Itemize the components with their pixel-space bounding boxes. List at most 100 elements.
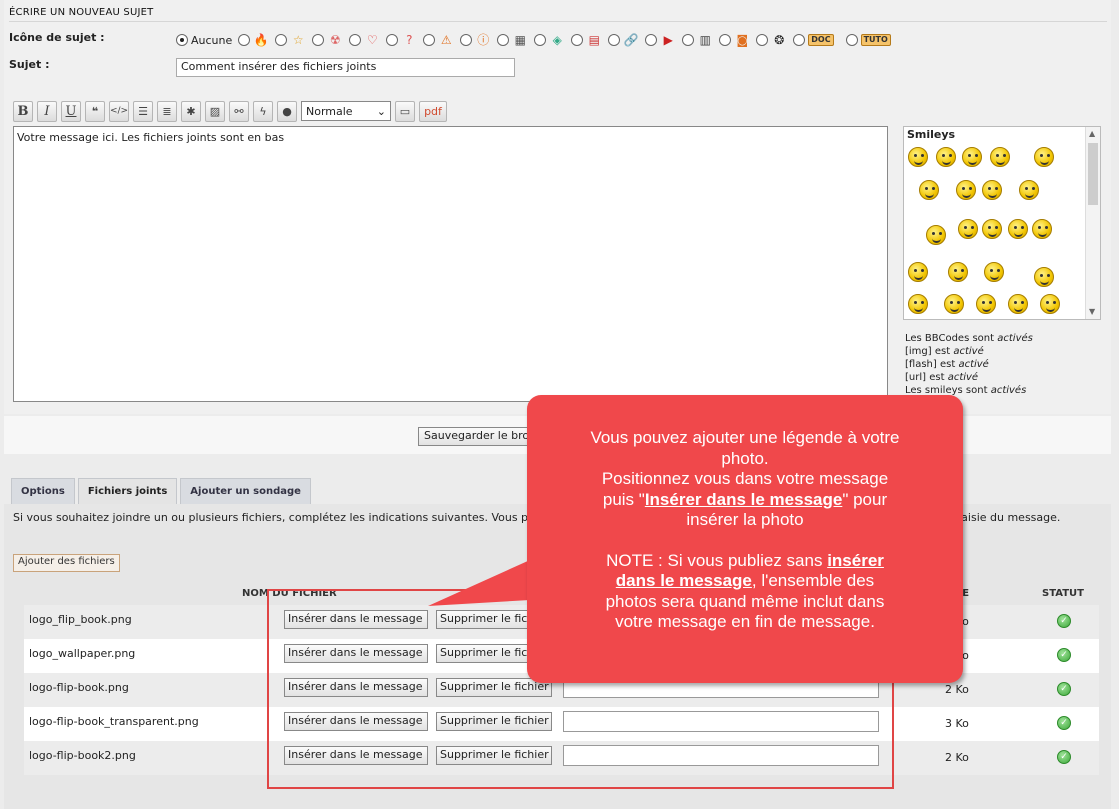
icon-radio-percent[interactable] bbox=[756, 34, 769, 46]
link-icon: 🔗 bbox=[623, 33, 639, 47]
callout-text: , l'ensemble des bbox=[751, 571, 875, 590]
icon-radio-link[interactable] bbox=[608, 34, 621, 46]
scrollbar-thumb[interactable] bbox=[1088, 143, 1098, 205]
smiley-icon[interactable] bbox=[926, 225, 946, 245]
warning-icon: ⚠ bbox=[440, 33, 452, 47]
file-size: 3 Ko bbox=[945, 717, 969, 730]
smiley-icon[interactable] bbox=[976, 294, 996, 314]
smileys-state: activés bbox=[990, 385, 1027, 396]
icon-radio-question[interactable] bbox=[386, 34, 399, 46]
smiley-icon[interactable] bbox=[956, 180, 976, 200]
link-icon: ⚯ bbox=[234, 104, 244, 118]
icon-radio-camera[interactable] bbox=[719, 34, 732, 46]
list-icon: ☰ bbox=[138, 104, 148, 118]
smiley-icon[interactable] bbox=[982, 180, 1002, 200]
image-button[interactable]: ▨ bbox=[205, 100, 225, 122]
url-button[interactable]: ⚯ bbox=[229, 100, 249, 122]
smiley-icon[interactable] bbox=[1008, 219, 1028, 239]
flash-button[interactable]: ϟ bbox=[253, 100, 273, 122]
flash-state: activé bbox=[958, 359, 989, 370]
icon-radio-tuto[interactable] bbox=[845, 34, 858, 46]
message-textarea[interactable]: Votre message ici. Les fichiers joints s… bbox=[13, 126, 888, 402]
callout-line: Vous pouvez ajouter une légende à votre bbox=[590, 428, 900, 447]
icon-radio-radioactive[interactable] bbox=[312, 34, 325, 46]
font-size-select[interactable]: Normale ⌄ bbox=[301, 101, 391, 121]
pdf-button[interactable]: pdf bbox=[419, 100, 447, 122]
tuto-icon: TUTO bbox=[860, 34, 891, 46]
tab-attachments[interactable]: Fichiers joints bbox=[77, 478, 178, 504]
smiley-icon[interactable] bbox=[948, 262, 968, 282]
icon-radio-pdf[interactable] bbox=[571, 34, 584, 46]
smiley-icon[interactable] bbox=[936, 147, 956, 167]
callout-note-line: NOTE : Si vous publiez sans insérer bbox=[527, 551, 963, 572]
save-draft-button[interactable]: Sauvegarder le brouillon bbox=[418, 427, 538, 446]
url-label: [url] est bbox=[905, 372, 945, 383]
callout-text: NOTE : Si vous publiez sans bbox=[606, 550, 823, 570]
file-name: logo_flip_book.png bbox=[29, 613, 132, 626]
italic-button[interactable]: I bbox=[37, 100, 57, 122]
bold-button[interactable]: B bbox=[13, 100, 33, 122]
code-button[interactable]: </> bbox=[109, 100, 129, 122]
chevron-down-icon[interactable]: ▼ bbox=[1089, 307, 1095, 316]
monitor-icon: ▭ bbox=[399, 104, 411, 118]
smiley-icon[interactable] bbox=[962, 147, 982, 167]
smileys-scrollbar[interactable]: ▲ ▼ bbox=[1085, 127, 1100, 319]
smiley-icon[interactable] bbox=[1032, 219, 1052, 239]
smiley-icon[interactable] bbox=[908, 147, 928, 167]
ordered-list-button[interactable]: ≣ bbox=[157, 100, 177, 122]
smiley-icon[interactable] bbox=[982, 219, 1002, 239]
quote-button[interactable]: ❝ bbox=[85, 100, 105, 122]
color-button[interactable]: ● bbox=[277, 100, 297, 122]
icon-radio-calendar[interactable] bbox=[497, 34, 510, 46]
img-state: activé bbox=[953, 346, 984, 357]
smiley-icon[interactable] bbox=[1008, 294, 1028, 314]
tab-poll[interactable]: Ajouter un sondage bbox=[180, 478, 311, 504]
icon-radio-star[interactable] bbox=[275, 34, 288, 46]
smiley-icon[interactable] bbox=[1034, 147, 1054, 167]
callout-emphasis: dans le message bbox=[615, 571, 752, 590]
icon-radio-map[interactable] bbox=[534, 34, 547, 46]
smiley-icon[interactable] bbox=[944, 294, 964, 314]
subject-input[interactable]: Comment insérer des fichiers joints bbox=[176, 58, 515, 77]
icon-radio-none[interactable] bbox=[176, 34, 188, 46]
file-name: logo-flip-book.png bbox=[29, 681, 129, 694]
list-button[interactable]: ☰ bbox=[133, 100, 153, 122]
add-files-button[interactable]: Ajouter des fichiers bbox=[13, 554, 120, 572]
smiley-icon[interactable] bbox=[958, 219, 978, 239]
editor-toolbar: B I U ❝ </> ☰ ≣ ✱ ▨ ⚯ ϟ ● Normale ⌄ ▭ pdf bbox=[13, 100, 451, 122]
status-ok-icon: ✓ bbox=[1057, 648, 1071, 662]
smiley-icon[interactable] bbox=[908, 262, 928, 282]
font-size-value: Normale bbox=[306, 104, 353, 118]
icon-radio-video[interactable] bbox=[645, 34, 658, 46]
pdf-icon: ▤ bbox=[588, 33, 600, 47]
icon-radio-chart[interactable] bbox=[682, 34, 695, 46]
tab-options[interactable]: Options bbox=[11, 478, 75, 504]
ordered-list-icon: ≣ bbox=[162, 104, 172, 118]
col-status: STATUT bbox=[1042, 588, 1084, 599]
smiley-icon[interactable] bbox=[908, 294, 928, 314]
smiley-icon[interactable] bbox=[919, 180, 939, 200]
list-item-button[interactable]: ✱ bbox=[181, 100, 201, 122]
url-state: activé bbox=[947, 372, 979, 383]
icon-radio-info[interactable] bbox=[460, 34, 473, 46]
icon-radio-doc[interactable] bbox=[793, 34, 806, 46]
callout-emphasis: insérer bbox=[827, 550, 884, 570]
droplet-icon: ● bbox=[282, 104, 292, 118]
chevron-up-icon[interactable]: ▲ bbox=[1089, 129, 1095, 138]
flash-label: [flash] est bbox=[905, 359, 956, 370]
smiley-icon[interactable] bbox=[990, 147, 1010, 167]
underline-button[interactable]: U bbox=[61, 100, 81, 122]
smiley-icon[interactable] bbox=[1040, 294, 1060, 314]
chart-icon: ▥ bbox=[699, 33, 711, 47]
icon-radio-heart[interactable] bbox=[349, 34, 362, 46]
smiley-icon[interactable] bbox=[984, 262, 1004, 282]
image-icon: ▨ bbox=[209, 104, 221, 118]
icon-radio-fire[interactable] bbox=[238, 34, 251, 46]
bbcode-label: Les BBCodes sont bbox=[905, 333, 995, 344]
icon-radio-warning[interactable] bbox=[423, 34, 436, 46]
smiley-icon[interactable] bbox=[1034, 267, 1054, 287]
smiley-icon[interactable] bbox=[1019, 180, 1039, 200]
preview-button[interactable]: ▭ bbox=[395, 100, 415, 122]
annotation-callout: Vous pouvez ajouter une légende à votre … bbox=[527, 395, 963, 683]
asterisk-icon: ✱ bbox=[186, 104, 196, 118]
